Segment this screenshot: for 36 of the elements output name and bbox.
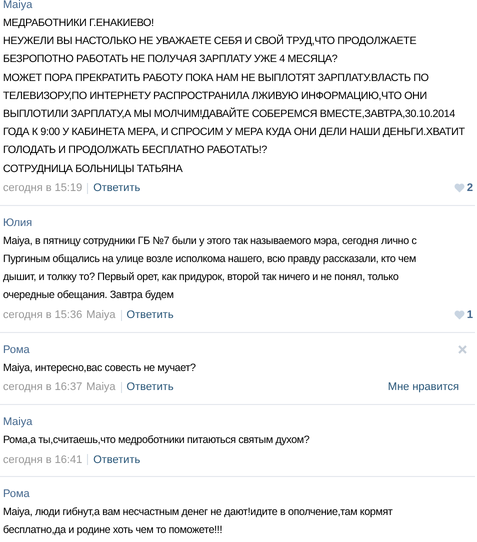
comment-text: дышит, и толкку то? Первый орет, как придурок, второй так ничего и не понял, только	[3, 270, 400, 286]
comment-text: МОЖЕТ ПОРА ПРЕКРАТИТЬ РАБОТУ ПОКА НАМ НЕ ВЫПЛОТЯТ ЗАРПЛАТУ.ВЛАСТЬ ПО	[3, 70, 430, 86]
timestamp: сегодня в 15:19	[3, 182, 82, 194]
comment-text: СОТРУДНИЦА БОЛЬНИЦЫ ТАТЬЯНА	[3, 162, 184, 177]
comment-text: МЕДРАБОТНИКИ Г.ЕНАКИЕВО!	[3, 16, 155, 31]
comment-text: очередные обещания. Завтра будем	[3, 288, 175, 304]
like-link[interactable]: Мне нравится	[388, 381, 459, 394]
reply-link[interactable]: Ответить	[93, 182, 140, 194]
author-link[interactable]: Рома	[3, 344, 30, 356]
comment-text: Maiya, люди гибнут,а вам несчастным денег не дают!идите в ополчение,там кормят	[3, 505, 394, 520]
author-link[interactable]: Maiya	[3, 0, 32, 11]
comment-text: ВЫПЛОТИЛИ ЗАРПЛАТУ,А МЫ МОЛЧИМ!ДАВАЙТЕ СОБЕРЕМСЯ ВМЕСТЕ,ЗАВТРА,30.10.2014	[3, 106, 456, 122]
heart-icon[interactable]	[454, 310, 465, 320]
close-icon[interactable]	[458, 345, 467, 354]
timestamp: сегодня в 16:41	[3, 454, 82, 466]
comment-text: БЕЗРОПОТНО РАБОТАТЬ НЕ ПОЛУЧАЯ ЗАРПЛАТУ УЖЕ 4 МЕСЯЦА?	[3, 52, 338, 68]
timestamp: сегодня в 15:36	[3, 309, 82, 322]
timestamp: сегодня в 16:37	[3, 381, 82, 394]
comment-text: Maiya, интересно,вас совесть не мучает?	[3, 360, 197, 376]
author-link[interactable]: Рома	[3, 488, 30, 500]
comment-text: бесплатно,да и родине хоть чем то поможете!!!	[3, 523, 224, 538]
author-link[interactable]: Maiya	[3, 416, 32, 428]
reply-link[interactable]: Ответить	[93, 454, 140, 466]
reply-link[interactable]: Ответить	[126, 381, 174, 394]
like-count: 2	[466, 182, 473, 194]
comment-text: Пургиным общались на улице возле исполкома нашего, всю правду рассказали, кто чем	[3, 252, 417, 268]
comment-text: Maiya, в пятницу сотрудники ГБ №7 были у этого так называемого мэра, сегодня лично с	[3, 234, 418, 249]
comment-text: ГОДА К 9:00 У КАБИНЕТА МЕРА, И СПРОСИМ У МЕРА КУДА ОНИ ДЕЛИ НАШИ ДЕНЬГИ.ХВАТИТ	[3, 125, 466, 140]
comment-text: Рома,а ты,считаешь,что медроботники питаються святым духом?	[3, 432, 310, 448]
like-count: 1	[466, 309, 473, 322]
comment-text: НЕУЖЕЛИ ВЫ НАСТОЛЬКО НЕ УВАЖАЕТЕ СЕБЯ И СВОЙ ТРУД,ЧТО ПРОДОЛЖАЕТЕ	[3, 34, 418, 50]
comment-text: ТЕЛЕВИЗОРУ,ПО ИНТЕРНЕТУ РАСПРОСТРАНИЛА ЛЖИВУЮ ИНФОРМАЦИЮ,ЧТО ОНИ	[3, 88, 428, 104]
reply-link[interactable]: Ответить	[126, 309, 174, 322]
author-link[interactable]: Юлия	[3, 216, 32, 229]
comment-text: ГОЛОДАТЬ И ПРОДОЛЖАТЬ БЕСПЛАТНО РАБОТАТЬ!?	[3, 143, 268, 158]
heart-icon[interactable]	[454, 183, 465, 194]
